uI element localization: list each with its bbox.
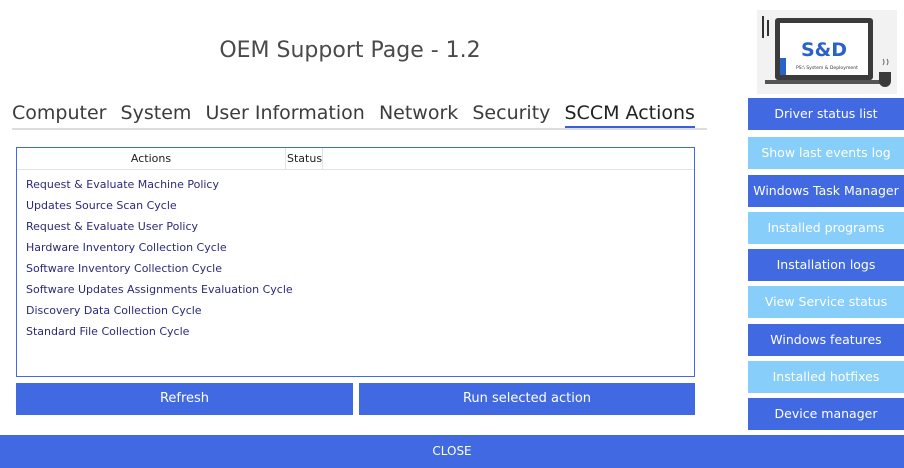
list-item[interactable]: Software Updates Assignments Evaluation … xyxy=(17,279,694,300)
list-item[interactable]: Standard File Collection Cycle xyxy=(17,321,694,342)
driver-status-list-button[interactable]: Driver status list xyxy=(748,98,904,130)
view-service-status-button[interactable]: View Service status xyxy=(748,286,904,318)
list-header: Actions Status xyxy=(17,148,694,170)
list-item[interactable]: Updates Source Scan Cycle xyxy=(17,195,694,216)
column-header-status[interactable]: Status xyxy=(287,152,322,165)
device-manager-button[interactable]: Device manager xyxy=(748,398,904,430)
logo-text: S&D xyxy=(801,39,847,61)
installation-logs-button[interactable]: Installation logs xyxy=(748,249,904,281)
tab-computer[interactable]: Computer xyxy=(12,100,106,126)
tab-user-information[interactable]: User Information xyxy=(206,100,365,126)
windows-task-manager-button[interactable]: Windows Task Manager xyxy=(748,175,904,207)
oem-support-window: OEM Support Page - 1.2 Computer System U… xyxy=(0,0,904,468)
refresh-button[interactable]: Refresh xyxy=(16,383,353,415)
column-divider xyxy=(322,148,323,170)
list-rows: Request & Evaluate Machine Policy Update… xyxy=(17,170,694,342)
run-selected-action-button[interactable]: Run selected action xyxy=(359,383,695,415)
tab-security[interactable]: Security xyxy=(472,100,550,126)
list-item[interactable]: Request & Evaluate Machine Policy xyxy=(17,174,694,195)
logo-subtext: PS:\ System & Deployment xyxy=(796,65,858,71)
list-item[interactable]: Software Inventory Collection Cycle xyxy=(17,258,694,279)
column-header-actions[interactable]: Actions xyxy=(17,152,285,165)
list-item[interactable]: Request & Evaluate User Policy xyxy=(17,216,694,237)
list-item[interactable]: Discovery Data Collection Cycle xyxy=(17,300,694,321)
tab-system[interactable]: System xyxy=(121,100,192,126)
show-last-events-log-button[interactable]: Show last events log xyxy=(748,137,904,169)
installed-hotfixes-button[interactable]: Installed hotfixes xyxy=(748,361,904,393)
sd-logo: S&D PS:\ System & Deployment xyxy=(757,10,897,94)
tab-network[interactable]: Network xyxy=(379,100,458,126)
list-item[interactable]: Hardware Inventory Collection Cycle xyxy=(17,237,694,258)
close-button[interactable]: CLOSE xyxy=(0,435,904,468)
installed-programs-button[interactable]: Installed programs xyxy=(748,212,904,244)
sccm-actions-list[interactable]: Actions Status Request & Evaluate Machin… xyxy=(16,147,695,377)
column-divider xyxy=(285,148,286,170)
tab-sccm-actions[interactable]: SCCM Actions xyxy=(564,100,695,128)
windows-features-button[interactable]: Windows features xyxy=(748,324,904,356)
page-title: OEM Support Page - 1.2 xyxy=(219,38,481,63)
tab-bar: Computer System User Information Network… xyxy=(12,100,707,130)
